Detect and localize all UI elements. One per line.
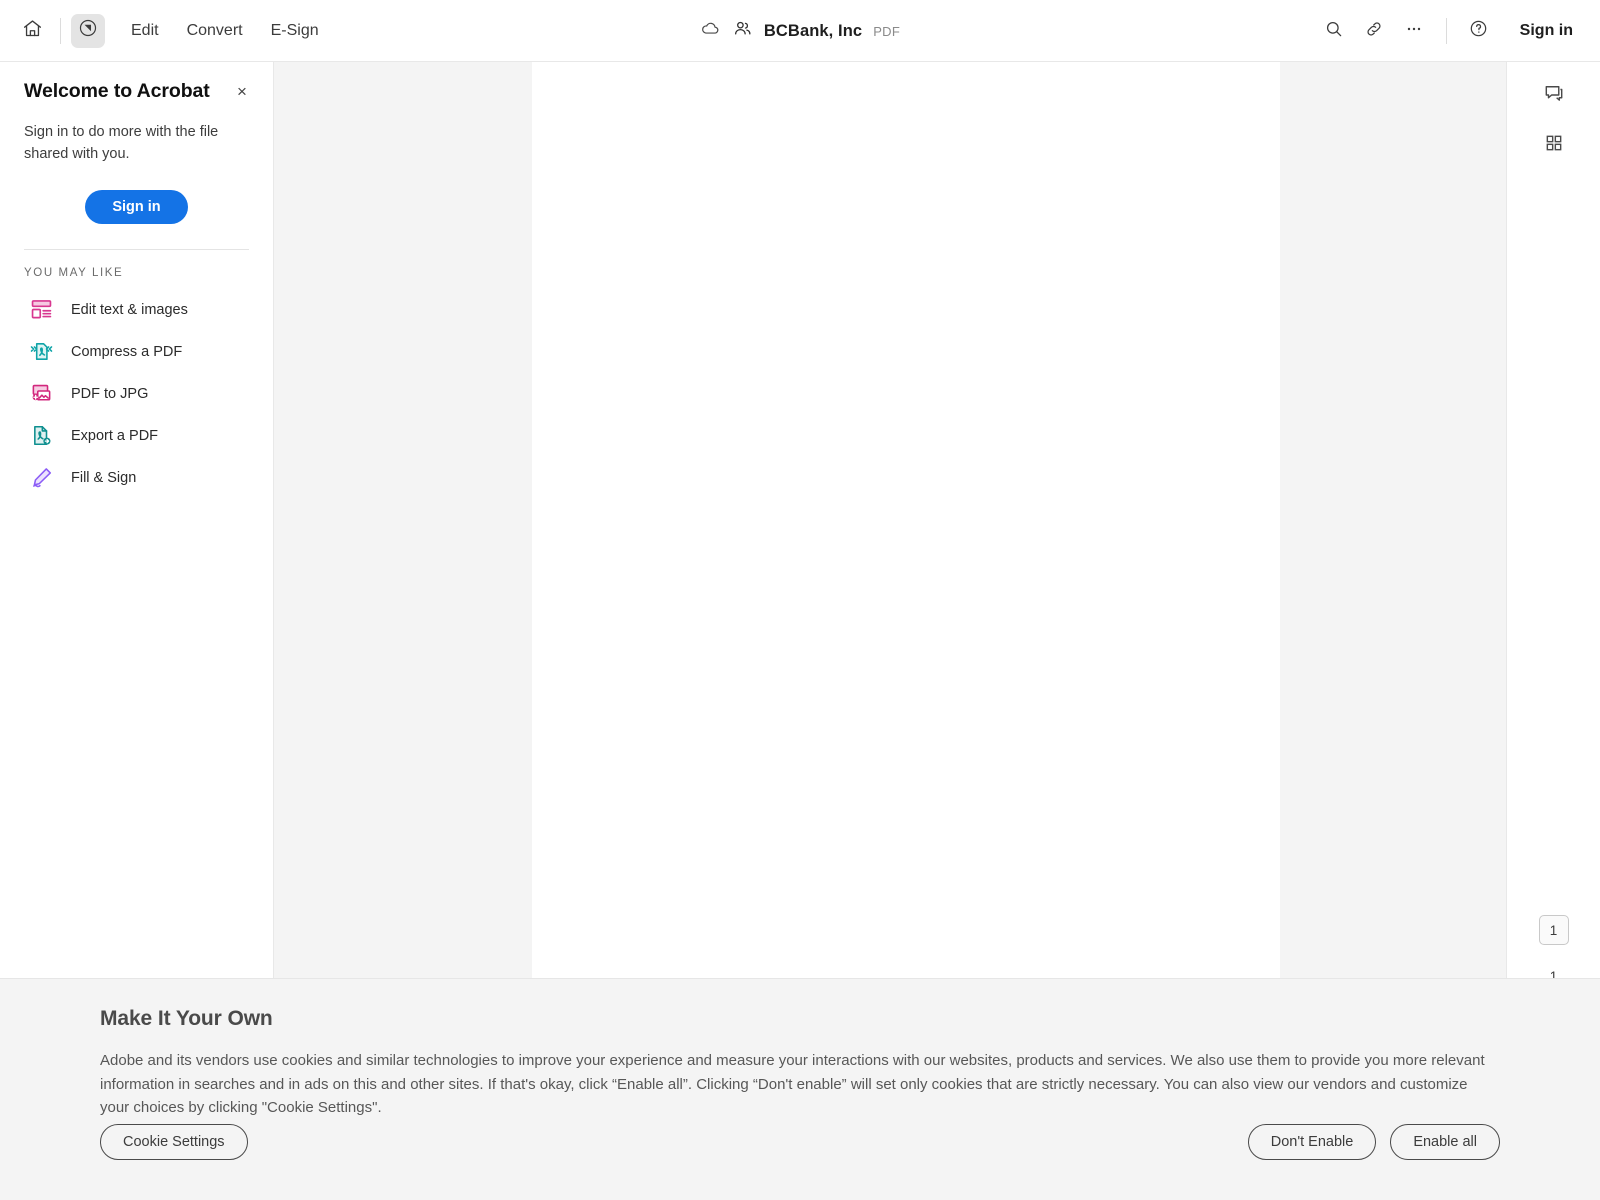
home-button[interactable] <box>14 13 50 49</box>
cookie-banner-text: Adobe and its vendors use cookies and si… <box>100 1052 1485 1117</box>
cookie-banner-actions-right: Don't Enable Enable all <box>1247 1124 1500 1160</box>
select-tool-icon <box>77 17 99 44</box>
edit-text-images-icon <box>28 297 54 323</box>
cookie-consent-banner: Make It Your Own Adobe and its vendors u… <box>0 978 1600 1200</box>
more-options-button[interactable] <box>1396 13 1432 49</box>
top-toolbar: Edit Convert E-Sign BCBank, Inc PDF Sign… <box>0 0 1600 62</box>
signin-button-topbar[interactable]: Sign in <box>1507 14 1586 48</box>
menu-item-edit[interactable]: Edit <box>117 15 173 47</box>
toolbar-divider-right <box>1445 18 1447 44</box>
current-page-input[interactable]: 1 <box>1538 915 1569 945</box>
document-title: BCBank, Inc <box>763 21 863 40</box>
fill-and-sign-icon <box>28 465 54 491</box>
tool-item-label: Compress a PDF <box>71 343 183 360</box>
you-may-like-label: YOU MAY LIKE <box>24 266 124 279</box>
select-tool-button[interactable] <box>71 13 105 48</box>
tool-item-label: Export a PDF <box>71 427 159 444</box>
toolbar-right-group: Sign in <box>1316 0 1586 62</box>
home-icon <box>22 18 43 44</box>
document-kind-label: PDF <box>873 23 901 39</box>
more-options-icon <box>1404 19 1424 44</box>
pdf-to-jpg-icon <box>28 381 54 407</box>
enable-all-button[interactable]: Enable all <box>1390 1124 1500 1160</box>
tool-item-fill-and-sign[interactable]: Fill & Sign <box>0 457 273 499</box>
sidebar-signin-wrapper: Sign in <box>0 166 273 224</box>
tool-item-edit-text-images[interactable]: Edit text & images <box>0 289 273 331</box>
toolbar-left-group: Edit Convert E-Sign <box>0 13 333 49</box>
dont-enable-button[interactable]: Don't Enable <box>1247 1124 1377 1160</box>
page-thumbnails-button[interactable] <box>1536 127 1572 163</box>
cookie-banner-title: Make It Your Own <box>100 1007 273 1030</box>
help-icon <box>1468 18 1489 44</box>
link-icon <box>1364 19 1384 44</box>
tool-item-export-pdf[interactable]: Export a PDF <box>0 415 273 457</box>
page-thumbnails-icon <box>1544 133 1564 158</box>
menu-item-convert[interactable]: Convert <box>173 15 257 47</box>
right-rail-top-group <box>1507 62 1600 163</box>
cookie-settings-button[interactable]: Cookie Settings <box>100 1124 248 1160</box>
comment-icon <box>1543 82 1565 109</box>
cookie-banner-actions: Cookie Settings Don't Enable Enable all <box>100 1124 1500 1160</box>
tool-item-label: PDF to JPG <box>71 385 149 402</box>
toolbar-divider <box>60 17 61 44</box>
cloud-icon <box>700 18 721 44</box>
sidebar-header: Welcome to Acrobat × <box>0 62 273 103</box>
tool-item-compress-pdf[interactable]: Compress a PDF <box>0 331 273 373</box>
sidebar-title: Welcome to Acrobat <box>24 80 210 102</box>
tool-item-label: Fill & Sign <box>71 469 137 486</box>
help-button[interactable] <box>1461 13 1497 49</box>
comment-button[interactable] <box>1536 77 1572 113</box>
signin-button-sidebar[interactable]: Sign in <box>85 189 188 224</box>
sidebar-description: Sign in to do more with the file shared … <box>24 124 219 162</box>
compress-pdf-icon <box>28 339 54 365</box>
shared-users-icon <box>732 18 753 44</box>
tool-suggestion-list: Edit text & images Compress a PDF PDF to… <box>0 279 273 499</box>
search-icon <box>1324 19 1344 44</box>
tool-item-pdf-to-jpg[interactable]: PDF to JPG <box>0 373 273 415</box>
share-link-button[interactable] <box>1356 13 1392 49</box>
export-pdf-icon <box>28 423 54 449</box>
search-button[interactable] <box>1316 13 1352 49</box>
close-icon[interactable]: × <box>231 80 253 102</box>
tool-item-label: Edit text & images <box>71 301 188 318</box>
menu-item-esign[interactable]: E-Sign <box>257 15 333 47</box>
toolbar-menu: Edit Convert E-Sign <box>117 15 333 47</box>
